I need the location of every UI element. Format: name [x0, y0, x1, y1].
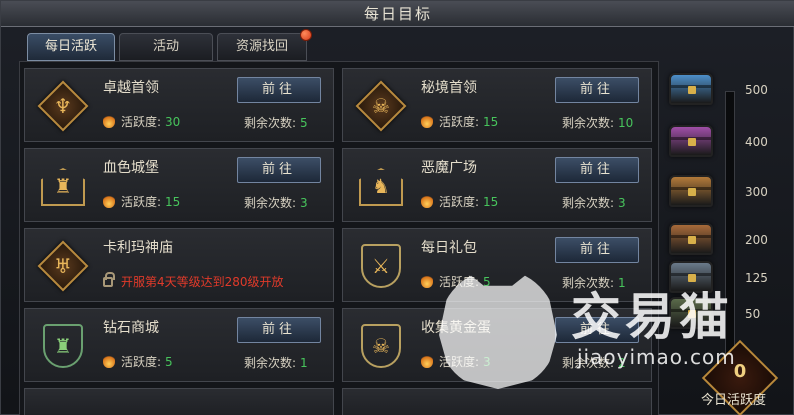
reward-chest-200[interactable] [669, 223, 713, 255]
reward-chest-400[interactable] [669, 125, 713, 157]
reward-chest-300[interactable] [669, 175, 713, 207]
task-name: 卓越首领 [103, 80, 159, 96]
tab-daily-activity[interactable]: 每日活跃 [27, 33, 115, 61]
task-card: ☠ 收集黄金蛋 前往 活跃度: 3 剩余次数: 2 [342, 308, 652, 382]
task-card: ♜ 血色城堡 前往 活跃度: 15 剩余次数: 3 [24, 148, 334, 222]
demon-head-icon: ♆ [37, 80, 89, 132]
flame-icon [421, 114, 433, 128]
today-activity-label: 今日活跃度 [701, 393, 767, 408]
task-name: 恶魔广场 [421, 160, 477, 176]
activity-stat: 活跃度: 15 [421, 193, 498, 210]
remaining-count: 剩余次数: 3 [244, 196, 308, 210]
notification-dot-icon [300, 29, 312, 41]
activity-stat: 活跃度: 30 [103, 113, 180, 130]
tick-label: 200 [745, 233, 768, 247]
tab-resource-recovery[interactable]: 资源找回 [217, 29, 312, 61]
remaining-count: 剩余次数: 10 [562, 116, 634, 130]
tick-label: 500 [745, 83, 768, 97]
remaining-count: 剩余次数: 1 [244, 356, 308, 370]
go-button[interactable]: 前往 [555, 157, 639, 183]
tick-label: 125 [745, 271, 768, 285]
go-button[interactable]: 前往 [237, 157, 321, 183]
gift-pack-icon: ⚔ [355, 240, 407, 292]
diamond-shop-icon: ♜ [37, 320, 89, 372]
skull-boss-icon: ☠ [355, 80, 407, 132]
tick-label: 300 [745, 185, 768, 199]
task-name: 卡利玛神庙 [103, 240, 173, 256]
reward-chest-500[interactable] [669, 73, 713, 105]
reward-chest-50[interactable] [669, 297, 713, 329]
task-card-locked: ♅ 卡利玛神庙 开服第4天等级达到280级开放 [24, 228, 334, 302]
task-name: 每日礼包 [421, 240, 477, 256]
remaining-count: 剩余次数: 5 [244, 116, 308, 130]
remaining-count: 剩余次数: 3 [562, 196, 626, 210]
temple-icon: ♅ [37, 240, 89, 292]
activity-progress-track [725, 91, 735, 371]
task-card: ⚔ 每日礼包 前往 活跃度: 5 剩余次数: 1 [342, 228, 652, 302]
reward-chest-125[interactable] [669, 261, 713, 293]
tab-label: 每日活跃 [44, 39, 97, 54]
activity-stat: 活跃度: 5 [421, 273, 491, 290]
tick-label: 400 [745, 135, 768, 149]
today-activity-value: 0 [733, 361, 747, 382]
go-button[interactable]: 前往 [555, 237, 639, 263]
lock-icon [103, 272, 115, 287]
activity-stat: 活跃度: 3 [421, 353, 491, 370]
golden-egg-icon: ☠ [355, 320, 407, 372]
remaining-count: 剩余次数: 1 [562, 276, 626, 290]
go-button[interactable]: 前往 [555, 317, 639, 343]
demon-square-icon: ♞ [355, 160, 407, 212]
activity-progress: 500 400 300 200 125 50 0 今日活跃度 [661, 61, 794, 415]
task-name: 收集黄金蛋 [421, 320, 491, 336]
task-card: ☠ 秘境首领 前往 活跃度: 15 剩余次数: 10 [342, 68, 652, 142]
task-card-partial [342, 388, 652, 415]
tab-label: 资源找回 [235, 39, 288, 54]
flame-icon [103, 114, 115, 128]
go-button[interactable]: 前往 [237, 317, 321, 343]
unlock-requirement: 开服第4天等级达到280级开放 [103, 272, 284, 290]
task-name: 血色城堡 [103, 160, 159, 176]
remaining-count: 剩余次数: 2 [562, 356, 626, 370]
activity-stat: 活跃度: 15 [103, 193, 180, 210]
tab-label: 活动 [152, 39, 179, 54]
task-list[interactable]: ♆ 卓越首领 前往 活跃度: 30 剩余次数: 5 ☠ 秘境首领 前往 活跃度: 15… [19, 61, 659, 415]
activity-stat: 活跃度: 15 [421, 113, 498, 130]
task-card: ♞ 恶魔广场 前往 活跃度: 15 剩余次数: 3 [342, 148, 652, 222]
flame-icon [103, 354, 115, 368]
task-name: 钻石商城 [103, 320, 159, 336]
flame-icon [421, 194, 433, 208]
go-button[interactable]: 前往 [237, 77, 321, 103]
task-name: 秘境首领 [421, 80, 477, 96]
tick-label: 50 [745, 307, 761, 321]
flame-icon [421, 354, 433, 368]
tab-events[interactable]: 活动 [119, 33, 213, 61]
flame-icon [103, 194, 115, 208]
go-button[interactable]: 前往 [555, 77, 639, 103]
daily-goals-window: 每日目标 每日活跃 活动 资源找回 ♆ 卓越首领 前往 活跃度: 30 剩余次数:… [0, 0, 794, 415]
task-card-partial [24, 388, 334, 415]
activity-stat: 活跃度: 5 [103, 353, 173, 370]
window-title: 每日目标 [1, 1, 794, 27]
task-card: ♆ 卓越首领 前往 活跃度: 30 剩余次数: 5 [24, 68, 334, 142]
task-card: ♜ 钻石商城 前往 活跃度: 5 剩余次数: 1 [24, 308, 334, 382]
flame-icon [421, 274, 433, 288]
castle-icon: ♜ [37, 160, 89, 212]
